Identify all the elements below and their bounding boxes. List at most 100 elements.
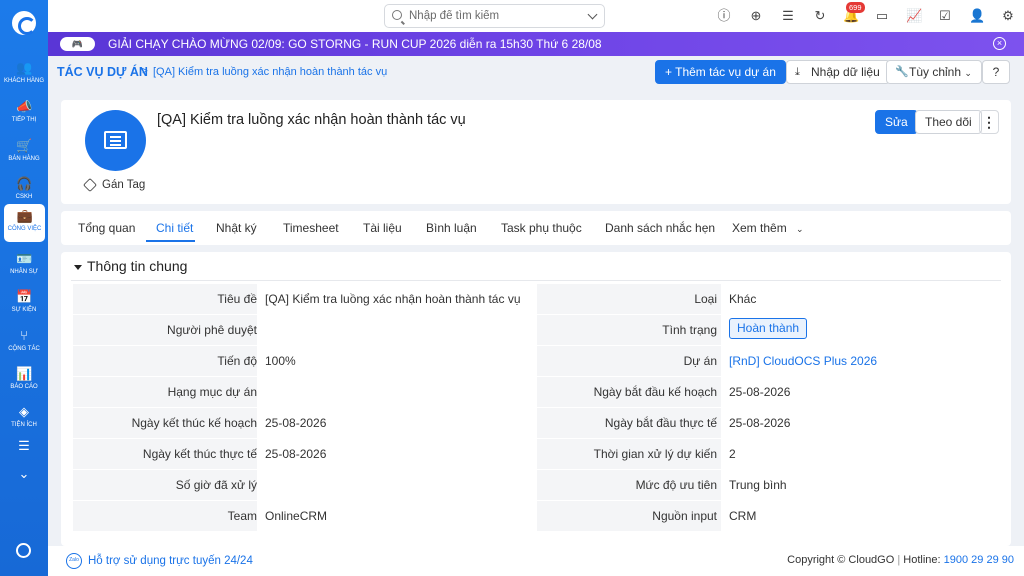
- sidebar-item-tiep-thi[interactable]: 📣 TIẾP THỊ: [0, 95, 48, 133]
- clock-icon[interactable]: [16, 543, 31, 558]
- import-label: Nhập dữ liệu: [811, 65, 880, 79]
- field-label-ngay-ket-thuc-thuc-te: Ngày kết thúc thực tế: [142, 447, 257, 461]
- top-bar: ⓘ ⊕ ☰ ↻ 🔔 ▭ 📈 ☑ 👤 ⚙ 699: [48, 0, 1024, 32]
- field-label-so-gio-da-xu-ly: Số giờ đã xử lý: [175, 478, 257, 492]
- sidebar-item-su-kien[interactable]: 📅 SỰ KIỆN: [0, 285, 48, 323]
- import-button[interactable]: ⤓ Nhập dữ liệu: [786, 60, 890, 84]
- section-title[interactable]: Thông tin chung: [87, 258, 187, 274]
- tab-nhat-ky[interactable]: Nhật ký: [216, 221, 257, 235]
- help-button[interactable]: ?: [982, 60, 1010, 84]
- close-icon[interactable]: ×: [993, 37, 1006, 50]
- tab-chi-tiet[interactable]: Chi tiết: [156, 221, 193, 235]
- field-label-thoi-gian-xu-ly-du-kien: Thời gian xử lý dự kiến: [593, 447, 717, 461]
- customize-dropdown[interactable]: 🔧 Tùy chỉnh ⌄: [886, 60, 982, 84]
- copyright-text: Copyright © CloudGO: [787, 554, 895, 566]
- tag-icon: [82, 177, 98, 193]
- sidebar-expand-button[interactable]: ⌄: [0, 462, 48, 500]
- user-icon[interactable]: 👤: [969, 8, 985, 24]
- support-link[interactable]: Hỗ trợ sử dụng trực tuyến 24/24: [88, 555, 253, 567]
- tab-xem-them[interactable]: Xem thêm ⌄: [732, 221, 804, 235]
- task-header-card: [QA] Kiểm tra luồng xác nhận hoàn thành …: [61, 100, 1011, 204]
- list-icon: ☰: [18, 438, 30, 453]
- sidebar-item-label: NHÂN SỰ: [10, 269, 38, 275]
- breadcrumb-root[interactable]: TÁC VỤ DỰ ÁN: [57, 65, 148, 79]
- search-icon: [392, 10, 402, 20]
- sidebar-item-label: BÁO CÁO: [10, 384, 38, 390]
- field-value-tieu-de[interactable]: [QA] Kiểm tra luồng xác nhận hoàn thành …: [265, 292, 521, 306]
- sidebar-item-label: KHÁCH HÀNG: [3, 78, 44, 84]
- report-icon: 📊: [16, 366, 33, 381]
- sidebar-item-tien-ich[interactable]: ◈ TIỆN ÍCH: [0, 400, 48, 438]
- hotline-label: Hotline:: [903, 554, 941, 566]
- sidebar-item-cong-tac[interactable]: ⑂ CỘNG TÁC: [0, 324, 48, 362]
- copyright: Copyright © CloudGO | Hotline: 1900 29 2…: [787, 554, 1014, 566]
- gear-icon[interactable]: ⚙: [1000, 8, 1016, 24]
- breadcrumb-separator: >: [142, 66, 148, 77]
- status-badge[interactable]: Hoàn thành: [729, 318, 808, 339]
- field-value-tien-do[interactable]: 100%: [265, 354, 296, 368]
- tab-timesheet[interactable]: Timesheet: [283, 221, 339, 235]
- calendar-icon: 📅: [16, 289, 33, 304]
- field-label-nguoi-phe-duyet: Người phê duyệt: [167, 323, 257, 337]
- field-value-ngay-bat-dau-ke-hoach[interactable]: 25-08-2026: [729, 385, 790, 399]
- field-value-ngay-bat-dau-thuc-te[interactable]: 25-08-2026: [729, 416, 790, 430]
- field-value-team[interactable]: OnlineCRM: [265, 509, 327, 523]
- field-label-nguon-input: Nguồn input: [652, 509, 717, 523]
- tab-danh-sach-nhac-hen[interactable]: Danh sách nhắc hẹn: [605, 221, 715, 235]
- tab-task-phu-thuoc[interactable]: Task phụ thuộc: [501, 221, 582, 235]
- assign-tag-button[interactable]: Gán Tag: [102, 179, 145, 191]
- announcement-text[interactable]: GIẢI CHẠY CHÀO MỪNG 02/09: GO STORNG - R…: [108, 37, 602, 51]
- detail-row: Ngày kết thúc thực tế 25-08-2026 Thời gi…: [73, 439, 999, 469]
- chevron-down-icon[interactable]: [587, 9, 598, 20]
- field-label-muc-do-uu-tien: Mức độ ưu tiên: [635, 478, 717, 492]
- sidebar-item-label: TIỆN ÍCH: [11, 422, 37, 428]
- calendar-icon[interactable]: ▭: [874, 8, 890, 24]
- users-icon: 👥: [16, 60, 33, 75]
- tab-binh-luan[interactable]: Bình luận: [426, 221, 477, 235]
- field-value-loai[interactable]: Khác: [729, 292, 756, 306]
- checkbox-icon[interactable]: ☑: [937, 8, 953, 24]
- list-icon[interactable]: ☰: [780, 8, 796, 24]
- field-label-ngay-ket-thuc-ke-hoach: Ngày kết thúc kế hoạch: [131, 416, 257, 430]
- zalo-icon[interactable]: Zalo: [66, 553, 82, 569]
- project-link[interactable]: [RnD] CloudOCS Plus 2026: [729, 354, 877, 368]
- detail-row: Người phê duyệt Tình trạng Hoàn thành: [73, 315, 999, 345]
- field-value-nguon-input[interactable]: CRM: [729, 509, 756, 523]
- tab-tai-lieu[interactable]: Tài liệu: [363, 221, 402, 235]
- field-label-team: Team: [227, 509, 257, 523]
- sidebar-item-khach-hang[interactable]: 👥 KHÁCH HÀNG: [0, 56, 48, 94]
- search-input[interactable]: [409, 8, 579, 24]
- active-tab-indicator: [146, 240, 195, 242]
- sidebar-item-cong-viec[interactable]: 💼 CÔNG VIỆC: [4, 204, 45, 242]
- sidebar-item-ban-hang[interactable]: 🛒 BÁN HÀNG: [0, 134, 48, 172]
- task-avatar: [85, 110, 146, 171]
- field-label-tieu-de: Tiêu đề: [217, 292, 257, 306]
- follow-button[interactable]: Theo dõi: [915, 110, 982, 134]
- refresh-icon[interactable]: ↻: [812, 8, 828, 24]
- field-label-ngay-bat-dau-thuc-te: Ngày bắt đầu thực tế: [604, 416, 717, 430]
- branch-icon: ⑂: [20, 328, 28, 343]
- more-options-icon[interactable]: ⋮: [979, 110, 999, 134]
- field-value-thoi-gian-xu-ly-du-kien[interactable]: 2: [729, 447, 736, 461]
- add-circle-icon[interactable]: ⊕: [748, 8, 764, 24]
- detail-row: Team OnlineCRM Nguồn input CRM: [73, 501, 999, 531]
- add-task-button[interactable]: + Thêm tác vụ dự án: [655, 60, 786, 84]
- field-value-muc-do-uu-tien[interactable]: Trung bình: [729, 478, 787, 492]
- field-value-ngay-ket-thuc-ke-hoach[interactable]: 25-08-2026: [265, 416, 326, 430]
- alert-circle-icon[interactable]: ⓘ: [716, 8, 732, 24]
- field-value-ngay-ket-thuc-thuc-te[interactable]: 25-08-2026: [265, 447, 326, 461]
- cloudgo-logo-icon[interactable]: [12, 11, 36, 35]
- breadcrumb: TÁC VỤ DỰ ÁN > [QA] Kiểm tra luồng xác n…: [48, 56, 1024, 88]
- chart-icon[interactable]: 📈: [906, 8, 922, 24]
- global-search[interactable]: [384, 4, 605, 28]
- hotline-number[interactable]: 1900 29 29 90: [944, 554, 1014, 566]
- sidebar-item-nhan-su[interactable]: 🪪 NHÂN SỰ: [0, 247, 48, 285]
- detail-row: Số giờ đã xử lý Mức độ ưu tiên Trung bìn…: [73, 470, 999, 500]
- collapse-caret-icon[interactable]: [74, 265, 82, 270]
- edit-button[interactable]: Sửa: [875, 110, 918, 134]
- field-label-ngay-bat-dau-ke-hoach: Ngày bắt đầu kế hoạch: [593, 385, 717, 399]
- sidebar-item-bao-cao[interactable]: 📊 BÁO CÁO: [0, 362, 48, 400]
- general-info-section: Thông tin chung Tiêu đề [QA] Kiểm tra lu…: [61, 252, 1011, 546]
- tab-tong-quan[interactable]: Tổng quan: [78, 221, 135, 235]
- sidebar-item-label: CỘNG TÁC: [8, 346, 40, 352]
